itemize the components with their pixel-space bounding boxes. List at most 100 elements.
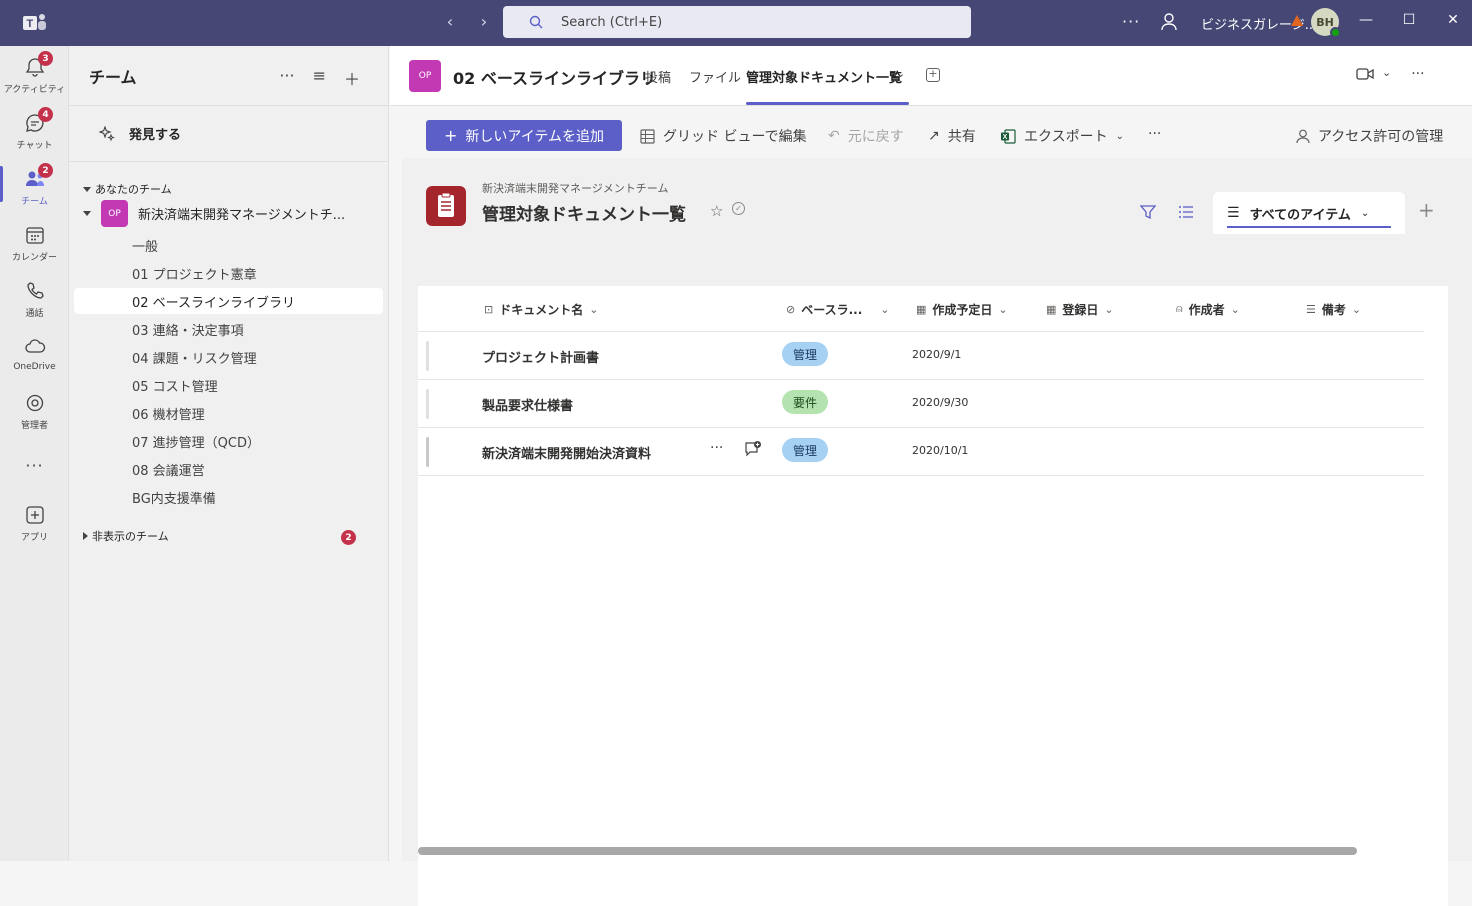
tab-posts[interactable]: 投稿 bbox=[645, 67, 671, 86]
tab-document-list[interactable]: 管理対象ドキュメント一覧 bbox=[746, 67, 902, 86]
list-grid: ⊡ ドキュメント名 ⌄ ⊘ ベースラ... ⌄ ▦ 作成予定日 ⌄ ▦ 登録日 ⌄ ⍝ 作成者 ⌄ … bbox=[418, 286, 1448, 906]
channel-item[interactable]: 07 進捗管理（QCD） bbox=[74, 428, 383, 454]
rail-apps[interactable]: アプリ bbox=[0, 494, 69, 546]
add-new-item-button[interactable]: + 新しいアイテムを追加 bbox=[426, 120, 622, 151]
column-header-registered-date[interactable]: ▦ 登録日 ⌄ bbox=[1046, 286, 1114, 332]
your-teams-section[interactable]: あなたのチーム bbox=[83, 181, 172, 197]
tab-files[interactable]: ファイル bbox=[689, 67, 741, 86]
close-icon[interactable]: ✕ bbox=[1443, 12, 1463, 28]
discover-button[interactable]: 発見する bbox=[69, 106, 388, 162]
share-button[interactable]: ↗ 共有 bbox=[928, 126, 976, 146]
button-label: 新しいアイテムを追加 bbox=[465, 128, 604, 145]
more-options-icon[interactable]: ··· bbox=[279, 66, 294, 90]
command-bar: + 新しいアイテムを追加 グリッド ビューで編集 ↶ 元に戻す ↗ 共有 X エ… bbox=[402, 112, 1472, 156]
rail-calls[interactable]: 通話 bbox=[0, 270, 69, 322]
channel-item[interactable]: 08 会議運営 bbox=[74, 456, 383, 482]
forward-arrow-icon[interactable]: › bbox=[474, 12, 494, 31]
chat-badge: 4 bbox=[38, 107, 53, 122]
main-content: OP 02 ベースラインライブラリ 投稿 ファイル 管理対象ドキュメント一覧 ⌄… bbox=[390, 46, 1472, 906]
grid-view-edit-button[interactable]: グリッド ビューで編集 bbox=[640, 126, 807, 146]
column-header-document-name[interactable]: ⊡ ドキュメント名 ⌄ bbox=[484, 286, 598, 332]
column-header-author[interactable]: ⍝ 作成者 ⌄ bbox=[1176, 286, 1240, 332]
row-more-options-icon[interactable]: ··· bbox=[710, 440, 723, 456]
channel-item[interactable]: 04 課題・リスク管理 bbox=[74, 344, 383, 370]
header-label: 作成予定日 bbox=[932, 302, 993, 317]
people-settings-icon[interactable] bbox=[1160, 12, 1180, 32]
filter-icon[interactable]: ≡ bbox=[313, 66, 326, 90]
back-arrow-icon[interactable]: ‹ bbox=[440, 12, 460, 31]
rail-chat[interactable]: 4 チャット bbox=[0, 102, 69, 154]
rail-more-icon[interactable]: ··· bbox=[0, 446, 69, 498]
chevron-down-icon bbox=[83, 211, 91, 216]
rail-teams[interactable]: 2 チーム bbox=[0, 158, 69, 210]
table-row[interactable]: 製品要求仕様書 要件 2020/9/30 bbox=[418, 380, 1424, 428]
add-team-icon[interactable]: ＋ bbox=[344, 66, 360, 90]
rail-label: 管理者 bbox=[20, 421, 48, 431]
cell-document-name[interactable]: プロジェクト計画書 bbox=[482, 347, 599, 366]
channel-item[interactable]: 一般 bbox=[74, 232, 383, 258]
text-field-icon: ⊡ bbox=[484, 302, 494, 316]
add-tab-icon[interactable]: + bbox=[926, 68, 940, 82]
table-row[interactable]: プロジェクト計画書 管理 2020/9/1 bbox=[418, 332, 1424, 380]
row-select-handle[interactable] bbox=[426, 341, 429, 371]
chevron-down-icon[interactable]: ⌄ bbox=[1382, 66, 1391, 82]
filter-icon[interactable] bbox=[1140, 204, 1156, 220]
rail-activity[interactable]: 3 アクティビティ bbox=[0, 46, 69, 98]
add-view-icon[interactable]: + bbox=[1418, 198, 1435, 222]
list-settings-icon[interactable] bbox=[1178, 204, 1194, 220]
phone-icon bbox=[26, 282, 44, 299]
rail-label: チーム bbox=[21, 197, 48, 207]
rail-admin[interactable]: 管理者 bbox=[0, 382, 69, 434]
export-button[interactable]: X エクスポート ⌄ bbox=[1000, 126, 1124, 146]
presence-available-icon bbox=[1330, 27, 1341, 38]
header-label: 作成者 bbox=[1188, 302, 1225, 317]
view-selector[interactable]: ☰ すべてのアイテム ⌄ bbox=[1213, 192, 1405, 234]
channel-item[interactable]: 01 プロジェクト憲章 bbox=[74, 260, 383, 286]
row-select-handle[interactable] bbox=[426, 389, 429, 419]
more-options-icon[interactable]: ··· bbox=[1122, 12, 1140, 31]
manage-access-button[interactable]: アクセス許可の管理 bbox=[1296, 126, 1443, 146]
column-header-notes[interactable]: ☰ 備考 ⌄ bbox=[1306, 286, 1361, 332]
channel-item-selected[interactable]: 02 ベースラインライブラリ bbox=[74, 288, 383, 314]
channel-item[interactable]: 03 連絡・決定事項 bbox=[74, 316, 383, 342]
share-icon: ↗ bbox=[928, 128, 940, 144]
add-comment-icon[interactable] bbox=[744, 440, 762, 458]
undo-button[interactable]: ↶ 元に戻す bbox=[828, 126, 904, 146]
chevron-down-icon[interactable]: ⌄ bbox=[896, 67, 905, 80]
cell-document-name[interactable]: 製品要求仕様書 bbox=[482, 395, 573, 414]
favorite-star-icon[interactable]: ☆ bbox=[710, 202, 723, 220]
multiline-text-icon: ☰ bbox=[1306, 302, 1316, 316]
hidden-teams-section[interactable]: 非表示のチーム bbox=[83, 528, 169, 544]
hidden-teams-badge: 2 bbox=[341, 530, 356, 545]
rail-calendar[interactable]: カレンダー bbox=[0, 214, 69, 266]
channel-item[interactable]: 06 機材管理 bbox=[74, 400, 383, 426]
video-camera-icon[interactable] bbox=[1356, 66, 1374, 82]
minimize-icon[interactable]: — bbox=[1356, 12, 1376, 28]
view-label: すべてのアイテム bbox=[1249, 207, 1351, 223]
more-commands-button[interactable]: ··· bbox=[1148, 126, 1161, 142]
column-header-baseline[interactable]: ⊘ ベースラ... ⌄ bbox=[786, 286, 890, 332]
cell-document-name[interactable]: 新決済端末開発開始決済資料 bbox=[482, 443, 651, 462]
cell-planned-date: 2020/9/30 bbox=[912, 396, 969, 409]
row-select-handle[interactable] bbox=[426, 437, 429, 467]
channel-item[interactable]: BG内支援準備 bbox=[74, 484, 383, 510]
add-app-icon bbox=[25, 506, 44, 524]
column-header-planned-date[interactable]: ▦ 作成予定日 ⌄ bbox=[916, 286, 1008, 332]
table-row[interactable]: 新決済端末開発開始決済資料 ··· 管理 2020/10/1 bbox=[418, 428, 1424, 476]
team-name: 新決済端末開発マネージメントチ... bbox=[138, 208, 346, 223]
list-canvas: 新決済端末開発マネージメントチーム 管理対象ドキュメント一覧 ☆ ✓ ☰ すべて… bbox=[402, 158, 1472, 906]
team-item[interactable]: OP 新決済端末開発マネージメントチ... bbox=[83, 200, 345, 227]
teams-logo-icon: T bbox=[23, 14, 46, 30]
admin-icon bbox=[26, 394, 43, 412]
user-avatar[interactable]: BH bbox=[1311, 8, 1341, 38]
channel-item[interactable]: 05 コスト管理 bbox=[74, 372, 383, 398]
status-check-icon: ✓ bbox=[732, 202, 745, 215]
rail-label: OneDrive bbox=[13, 362, 56, 372]
maximize-icon[interactable]: ☐ bbox=[1399, 12, 1419, 28]
horizontal-scrollbar[interactable] bbox=[418, 847, 1357, 855]
button-label: アクセス許可の管理 bbox=[1318, 129, 1444, 145]
more-options-icon[interactable]: ··· bbox=[1411, 66, 1424, 82]
rail-onedrive[interactable]: OneDrive bbox=[0, 326, 69, 378]
search-box[interactable]: Search (Ctrl+E) bbox=[503, 6, 971, 38]
chevron-down-icon: ⌄ bbox=[589, 302, 599, 316]
